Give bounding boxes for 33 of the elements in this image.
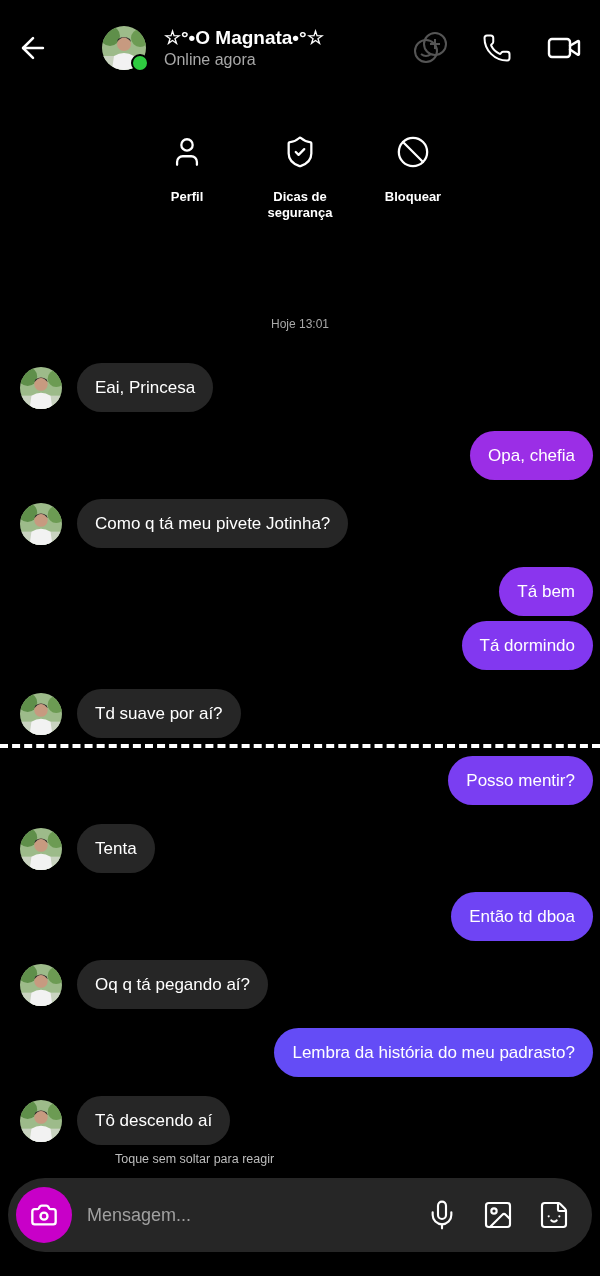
sender-avatar (20, 502, 62, 545)
profile-action[interactable]: Dicas de segurança (243, 135, 357, 221)
profile-action[interactable]: Perfil (130, 135, 244, 221)
contact-avatar (102, 25, 146, 70)
sender-avatar (20, 963, 62, 1006)
block-icon (396, 135, 430, 169)
message-bubble: Eai, Princesa (77, 363, 214, 412)
message-bubble: Tá dormindo (461, 621, 593, 670)
camera-button[interactable] (16, 1187, 72, 1243)
message-bubble: Lembra da história do meu padrasto? (274, 1028, 593, 1077)
contact-name: ☆°•O Magnata•°☆ (164, 25, 325, 50)
message-bubble: Então td dboa (451, 892, 593, 941)
message-bubble: Como q tá meu pivete Jotinha? (77, 499, 349, 548)
message-bubble: Opa, chefia (470, 431, 593, 480)
message-bubble: Td suave por aí? (77, 689, 241, 738)
message-bubble: Posso mentir? (448, 756, 593, 805)
reaction-hint: Toque sem soltar para reagir (115, 1152, 276, 1166)
sender-avatar (20, 827, 62, 870)
gallery-button[interactable] (482, 1199, 514, 1231)
message-bubble: Oq q tá pegando aí? (77, 960, 269, 1009)
sender-avatar (20, 1099, 62, 1142)
timestamp: Hoje 13:01 (270, 317, 329, 331)
message-bubble: Tô descendo aí (77, 1096, 231, 1145)
message-bubble: Tenta (77, 824, 155, 873)
sticker-button[interactable] (538, 1199, 570, 1231)
profile-action[interactable]: Bloquear (356, 135, 470, 221)
status-text: Online agora (164, 49, 257, 70)
sender-avatar (20, 692, 62, 735)
message-bubble: Tá bem (499, 567, 593, 616)
sender-avatar (20, 366, 62, 409)
add-effects-icon (412, 29, 448, 66)
message-input[interactable]: Mensagem... (85, 1203, 426, 1227)
call-button[interactable] (482, 32, 512, 63)
